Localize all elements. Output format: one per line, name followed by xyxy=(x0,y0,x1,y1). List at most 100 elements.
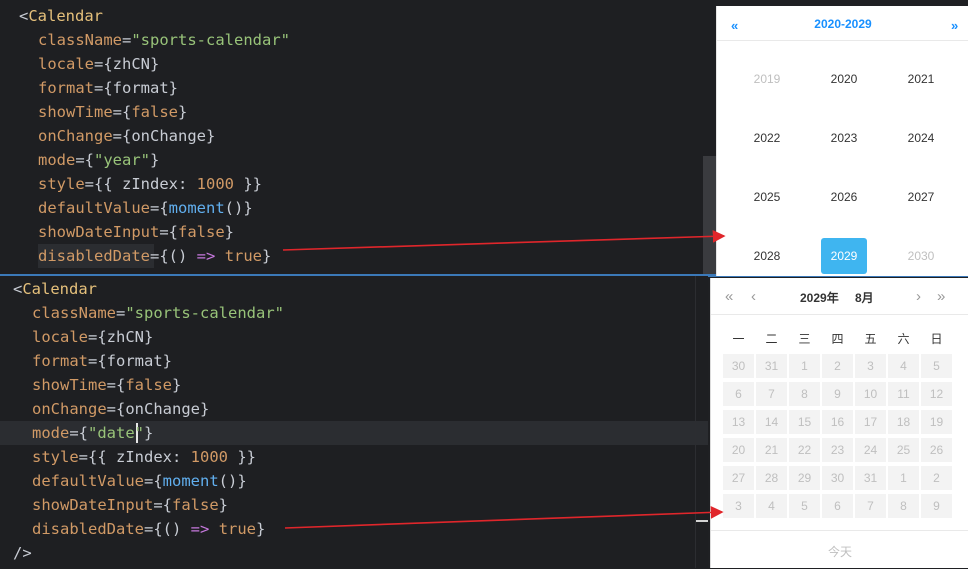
day-cell[interactable]: 4 xyxy=(756,494,787,518)
code-line[interactable]: style={{ zIndex: 1000 }} xyxy=(38,172,262,196)
year-cell[interactable]: 2021 xyxy=(898,61,944,97)
jsx-equals: ={ xyxy=(94,55,113,73)
day-cell[interactable]: 1 xyxy=(789,354,820,378)
code-line[interactable]: locale={zhCN} xyxy=(32,325,153,349)
today-button[interactable]: 今天 xyxy=(711,543,968,560)
day-cell[interactable]: 18 xyxy=(888,410,919,434)
date-calendar-popup[interactable]: « ‹ 2029年 8月 › » 一二三四五六日 30 31 1 2 3 4 5 6 7 8 9 10… xyxy=(710,278,968,568)
year-cell[interactable]: 2020 xyxy=(821,61,867,97)
year-cell[interactable]: 2027 xyxy=(898,179,944,215)
jsx-value: () => true xyxy=(162,520,257,538)
code-line[interactable]: onChange={onChange} xyxy=(38,124,215,148)
jsx-value: () => true xyxy=(168,247,263,265)
year-cell[interactable]: 2019 xyxy=(744,61,790,97)
day-cell[interactable]: 17 xyxy=(855,410,886,434)
code-line[interactable]: className="sports-calendar" xyxy=(32,301,284,325)
year-cell[interactable]: 2030 xyxy=(898,238,944,274)
day-cell[interactable]: 6 xyxy=(822,494,853,518)
day-cell[interactable]: 15 xyxy=(789,410,820,434)
code-line[interactable]: showDateInput={false} xyxy=(32,493,228,517)
day-cell[interactable]: 21 xyxy=(756,438,787,462)
day-cell[interactable]: 3 xyxy=(723,494,754,518)
year-select[interactable]: 2029年 xyxy=(800,289,839,306)
code-line[interactable]: mode={"year"} xyxy=(38,148,159,172)
day-cell[interactable]: 26 xyxy=(921,438,952,462)
code-line[interactable]: className="sports-calendar" xyxy=(38,28,290,52)
code-line[interactable]: disabledDate={() => true} xyxy=(32,517,265,541)
jsx-attribute: defaultValue xyxy=(38,199,150,217)
day-cell[interactable]: 20 xyxy=(723,438,754,462)
year-cell[interactable]: 2026 xyxy=(821,179,867,215)
code-line[interactable]: disabledDate={() => true} xyxy=(38,244,271,268)
year-cell[interactable]: 2022 xyxy=(744,120,790,156)
day-cell[interactable]: 11 xyxy=(888,382,919,406)
code-editor-bottom[interactable]: <Calendar className="sports-calendar" loca… xyxy=(0,276,708,568)
day-cell[interactable]: 5 xyxy=(921,354,952,378)
code-line[interactable]: defaultValue={moment()} xyxy=(32,469,247,493)
day-cell[interactable]: 4 xyxy=(888,354,919,378)
day-cell[interactable]: 13 xyxy=(723,410,754,434)
day-cell[interactable]: 10 xyxy=(855,382,886,406)
day-cell[interactable]: 5 xyxy=(789,494,820,518)
code-line[interactable]: defaultValue={moment()} xyxy=(38,196,253,220)
year-cell[interactable]: 2024 xyxy=(898,120,944,156)
prev-year-button[interactable]: « xyxy=(725,288,733,305)
year-calendar-popup[interactable]: « 2020-2029 » 2019 2020 2021 2022 2023 2024 20… xyxy=(716,6,968,276)
day-cell[interactable]: 9 xyxy=(822,382,853,406)
day-cell[interactable]: 14 xyxy=(756,410,787,434)
code-line[interactable]: format={format} xyxy=(38,76,178,100)
year-cell-selected[interactable]: 2029 xyxy=(821,238,867,274)
day-cell[interactable]: 22 xyxy=(789,438,820,462)
day-cell[interactable]: 12 xyxy=(921,382,952,406)
day-cell[interactable]: 23 xyxy=(822,438,853,462)
code-line[interactable]: onChange={onChange} xyxy=(32,397,209,421)
day-cell[interactable]: 28 xyxy=(756,466,787,490)
year-cell[interactable]: 2025 xyxy=(744,179,790,215)
code-line[interactable]: <Calendar xyxy=(13,277,97,301)
day-cell[interactable]: 16 xyxy=(822,410,853,434)
next-year-button[interactable]: » xyxy=(937,288,945,305)
code-line[interactable]: showTime={false} xyxy=(32,373,181,397)
day-cell[interactable]: 30 xyxy=(822,466,853,490)
month-select[interactable]: 8月 xyxy=(855,289,874,306)
code-line[interactable]: style={{ zIndex: 1000 }} xyxy=(32,445,256,469)
day-cell[interactable]: 24 xyxy=(855,438,886,462)
next-month-button[interactable]: › xyxy=(916,288,921,305)
code-line[interactable]: locale={zhCN} xyxy=(38,52,159,76)
next-decade-button[interactable]: » xyxy=(951,18,958,33)
prev-month-button[interactable]: ‹ xyxy=(751,288,756,305)
day-cell[interactable]: 31 xyxy=(756,354,787,378)
year-cell[interactable]: 2023 xyxy=(821,120,867,156)
day-cell[interactable]: 19 xyxy=(921,410,952,434)
day-cell[interactable]: 29 xyxy=(789,466,820,490)
day-cell[interactable]: 8 xyxy=(789,382,820,406)
day-cell[interactable]: 3 xyxy=(855,354,886,378)
jsx-close: } xyxy=(205,127,216,145)
code-editor-top[interactable]: <Calendar className="sports-calendar" loca… xyxy=(0,0,716,274)
day-cell[interactable]: 2 xyxy=(921,466,952,490)
jsx-equals: ={ xyxy=(106,400,126,418)
day-cell[interactable]: 27 xyxy=(723,466,754,490)
jsx-value: false xyxy=(178,223,225,241)
jsx-equals: ={ xyxy=(143,472,163,490)
code-line[interactable]: showTime={false} xyxy=(38,100,187,124)
code-line[interactable]: <Calendar xyxy=(19,4,103,28)
decade-title[interactable]: 2020-2029 xyxy=(717,17,968,31)
day-cell[interactable]: 7 xyxy=(855,494,886,518)
day-cell[interactable]: 1 xyxy=(888,466,919,490)
year-cell[interactable]: 2028 xyxy=(744,238,790,274)
day-cell[interactable]: 7 xyxy=(756,382,787,406)
day-cell[interactable]: 9 xyxy=(921,494,952,518)
day-cell[interactable]: 6 xyxy=(723,382,754,406)
code-line[interactable]: /> xyxy=(13,541,32,565)
day-cell[interactable]: 2 xyxy=(822,354,853,378)
code-line[interactable]: showDateInput={false} xyxy=(38,220,234,244)
day-cell[interactable]: 25 xyxy=(888,438,919,462)
editor-scrollbar[interactable] xyxy=(695,276,696,568)
code-line[interactable]: mode={"date"} xyxy=(32,421,153,445)
editor-scrollbar[interactable] xyxy=(703,156,716,274)
day-cell[interactable]: 30 xyxy=(723,354,754,378)
code-line[interactable]: format={format} xyxy=(32,349,172,373)
day-cell[interactable]: 31 xyxy=(855,466,886,490)
day-cell[interactable]: 8 xyxy=(888,494,919,518)
